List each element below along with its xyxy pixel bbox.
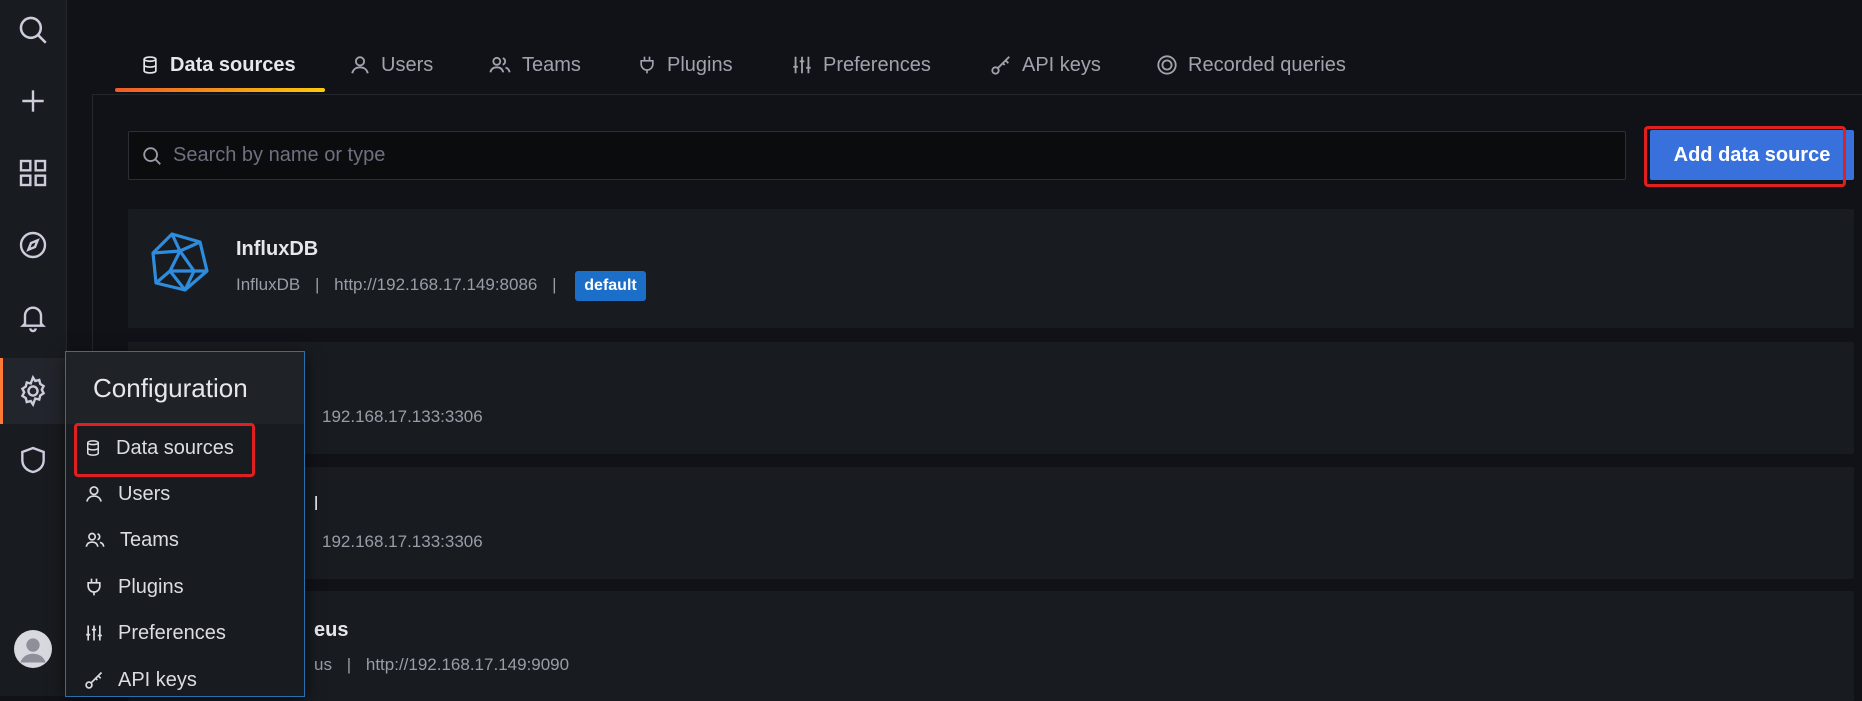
influxdb-logo-icon — [150, 231, 210, 293]
tab-label: Plugins — [667, 53, 733, 76]
configuration-menu: Configuration Data sources Users Teams P… — [66, 352, 304, 696]
default-badge: default — [575, 271, 646, 301]
datasource-url: http://192.168.17.149:9090 — [365, 655, 570, 674]
tab-preferences[interactable]: Preferences — [791, 44, 931, 86]
key-icon — [990, 54, 1012, 76]
tab-label: Recorded queries — [1188, 53, 1346, 76]
sliders-icon — [84, 623, 104, 643]
menu-item-label: Teams — [120, 528, 179, 551]
search-placeholder: Search by name or type — [173, 144, 386, 166]
datasource-name-fragment: l — [314, 494, 319, 515]
tab-label: Teams — [522, 53, 581, 76]
active-tab-indicator — [115, 88, 325, 92]
datasource-url: 192.168.17.133:3306 — [322, 407, 483, 426]
highlight-box — [1644, 126, 1846, 187]
datasource-card-influxdb[interactable]: InfluxDB InfluxDB | http://192.168.17.14… — [128, 209, 1854, 328]
tab-api-keys[interactable]: API keys — [990, 44, 1101, 86]
tab-recorded-queries[interactable]: Recorded queries — [1156, 44, 1346, 86]
highlight-box — [74, 423, 255, 477]
datasource-card-prometheus[interactable]: eus us | http://192.168.17.149:9090 — [128, 591, 1854, 701]
menu-item-users[interactable]: Users — [84, 474, 170, 514]
datasource-url: http://192.168.17.149:8086 — [334, 275, 538, 294]
sliders-icon — [791, 54, 813, 76]
database-icon — [140, 54, 160, 76]
users-icon — [84, 530, 106, 550]
plus-icon[interactable] — [0, 73, 66, 129]
users-icon — [488, 54, 512, 76]
gear-icon[interactable] — [0, 358, 66, 424]
separator: | — [346, 655, 352, 674]
tab-data-sources[interactable]: Data sources — [140, 44, 296, 86]
search-icon — [141, 145, 163, 167]
menu-item-teams[interactable]: Teams — [84, 520, 179, 560]
datasource-url: 192.168.17.133:3306 — [322, 532, 483, 551]
avatar[interactable] — [0, 621, 66, 677]
separator: | — [314, 275, 320, 294]
tab-label: Preferences — [823, 53, 931, 76]
side-menu — [0, 0, 67, 696]
tab-label: Data sources — [170, 53, 296, 76]
datasource-name: eus — [314, 619, 349, 641]
datasource-type: us — [314, 655, 332, 674]
datasource-name: InfluxDB — [236, 238, 319, 260]
menu-item-label: Plugins — [118, 575, 184, 598]
menu-item-api-keys[interactable]: API keys — [84, 660, 197, 700]
menu-title: Configuration — [93, 372, 248, 403]
bell-icon[interactable] — [0, 289, 66, 345]
datasource-meta: us | http://192.168.17.149:9090 — [314, 655, 569, 675]
menu-item-label: Users — [118, 482, 171, 505]
compass-icon[interactable] — [0, 217, 66, 273]
menu-item-label: API keys — [118, 668, 197, 691]
menu-item-preferences[interactable]: Preferences — [84, 613, 226, 653]
search-input[interactable]: Search by name or type — [128, 131, 1626, 180]
configuration-menu-header[interactable]: Configuration — [66, 352, 304, 424]
datasource-type: InfluxDB — [236, 275, 301, 294]
tab-plugins[interactable]: Plugins — [637, 44, 733, 86]
tab-users[interactable]: Users — [349, 44, 433, 86]
record-icon — [1156, 54, 1178, 76]
dashboards-icon[interactable] — [0, 145, 66, 201]
user-icon — [84, 484, 104, 504]
separator: | — [552, 275, 557, 294]
menu-item-label: Preferences — [118, 621, 226, 644]
plug-icon — [84, 577, 104, 597]
user-icon — [349, 54, 371, 76]
shield-icon[interactable] — [0, 432, 66, 488]
plug-icon — [637, 54, 657, 76]
search-icon[interactable] — [0, 2, 66, 58]
tab-label: Users — [381, 53, 434, 76]
menu-item-plugins[interactable]: Plugins — [84, 567, 184, 607]
tab-label: API keys — [1022, 53, 1101, 76]
key-icon — [84, 670, 104, 690]
datasource-card[interactable]: 192.168.17.133:3306 — [128, 342, 1854, 454]
datasource-meta: InfluxDB | http://192.168.17.149:8086 | … — [236, 271, 646, 301]
datasource-card[interactable]: l 192.168.17.133:3306 — [128, 467, 1854, 579]
tab-teams[interactable]: Teams — [488, 44, 581, 86]
